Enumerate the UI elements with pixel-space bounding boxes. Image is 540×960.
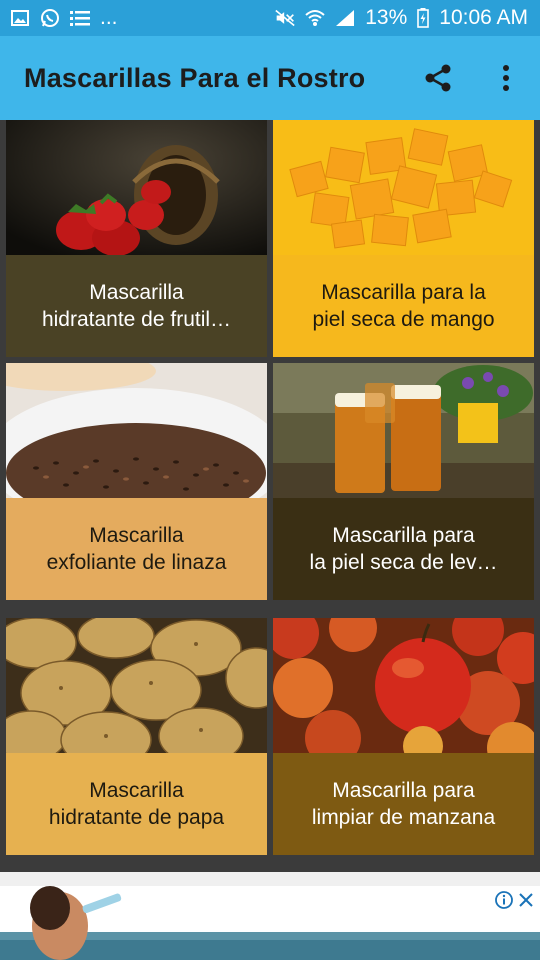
card-caption: Mascarilla exfoliante de linaza [6, 498, 267, 600]
card-title-line1: Mascarilla para [332, 524, 475, 547]
card-title-line2: limpiar de manzana [311, 806, 496, 829]
card-strawberry-mask[interactable]: Mascarilla hidratante de frutil… [6, 120, 267, 357]
ad-badges [494, 890, 536, 910]
app-actions [418, 36, 526, 120]
card-title-line1: Mascarilla para [332, 779, 475, 802]
flaxseed-image [6, 363, 267, 498]
card-flaxseed-mask[interactable]: Mascarilla exfoliante de linaza [6, 363, 267, 600]
strawberry-image [6, 120, 267, 255]
wifi-icon [305, 8, 325, 28]
beer-image [273, 363, 534, 498]
status-ellipsis: ... [100, 6, 118, 29]
mute-icon [275, 8, 295, 28]
card-title-line1: Mascarilla para la [321, 281, 486, 304]
signal-icon [335, 8, 355, 28]
card-caption: Mascarilla para la piel seca de mango [273, 255, 534, 357]
card-title-line2: hidratante de papa [48, 806, 225, 829]
card-caption: Mascarilla hidratante de frutil… [6, 255, 267, 357]
battery-icon [417, 8, 430, 28]
card-caption: Mascarilla para limpiar de manzana [273, 753, 534, 855]
card-caption: Mascarilla hidratante de papa [6, 753, 267, 855]
info-icon [495, 891, 513, 909]
card-title-line1: Mascarilla [89, 779, 184, 802]
status-left: ... [10, 6, 118, 30]
list-icon [70, 8, 90, 28]
share-button[interactable] [418, 58, 458, 98]
battery-percent: 13% [365, 6, 408, 29]
card-potato-mask[interactable]: Mascarilla hidratante de papa [6, 618, 267, 855]
card-apple-mask[interactable]: Mascarilla para limpiar de manzana [273, 618, 534, 855]
close-icon [519, 893, 533, 907]
more-vert-icon [503, 65, 509, 91]
ad-image [0, 886, 540, 960]
whatsapp-icon [40, 8, 60, 28]
status-bar: ... 13% 10:06 AM [0, 0, 540, 36]
image-icon [10, 8, 30, 28]
card-title-line2: hidratante de frutil… [41, 308, 232, 331]
card-title-line1: Mascarilla [89, 524, 184, 547]
mango-image [273, 120, 534, 255]
share-icon [425, 64, 451, 92]
ad-info-button[interactable] [494, 890, 514, 910]
card-title-line2: piel seca de mango [312, 308, 495, 331]
card-mango-mask[interactable]: Mascarilla para la piel seca de mango [273, 120, 534, 357]
ad-divider [0, 872, 540, 886]
ad-close-button[interactable] [516, 890, 536, 910]
mask-grid: Mascarilla hidratante de frutil… Mascari… [0, 120, 540, 872]
app-title: Mascarillas Para el Rostro [24, 62, 366, 93]
apple-image [273, 618, 534, 753]
card-caption: Mascarilla para la piel seca de lev… [273, 498, 534, 600]
card-title-line1: Mascarilla [89, 281, 184, 304]
ad-banner[interactable] [0, 886, 540, 960]
clock: 10:06 AM [439, 6, 528, 29]
card-title-line2: la piel seca de lev… [309, 551, 498, 574]
card-title-line2: exfoliante de linaza [46, 551, 227, 574]
app-bar: Mascarillas Para el Rostro [0, 36, 540, 120]
more-options-button[interactable] [486, 58, 526, 98]
card-yeast-mask[interactable]: Mascarilla para la piel seca de lev… [273, 363, 534, 600]
status-right: 13% 10:06 AM [275, 6, 528, 30]
potato-image [6, 618, 267, 753]
